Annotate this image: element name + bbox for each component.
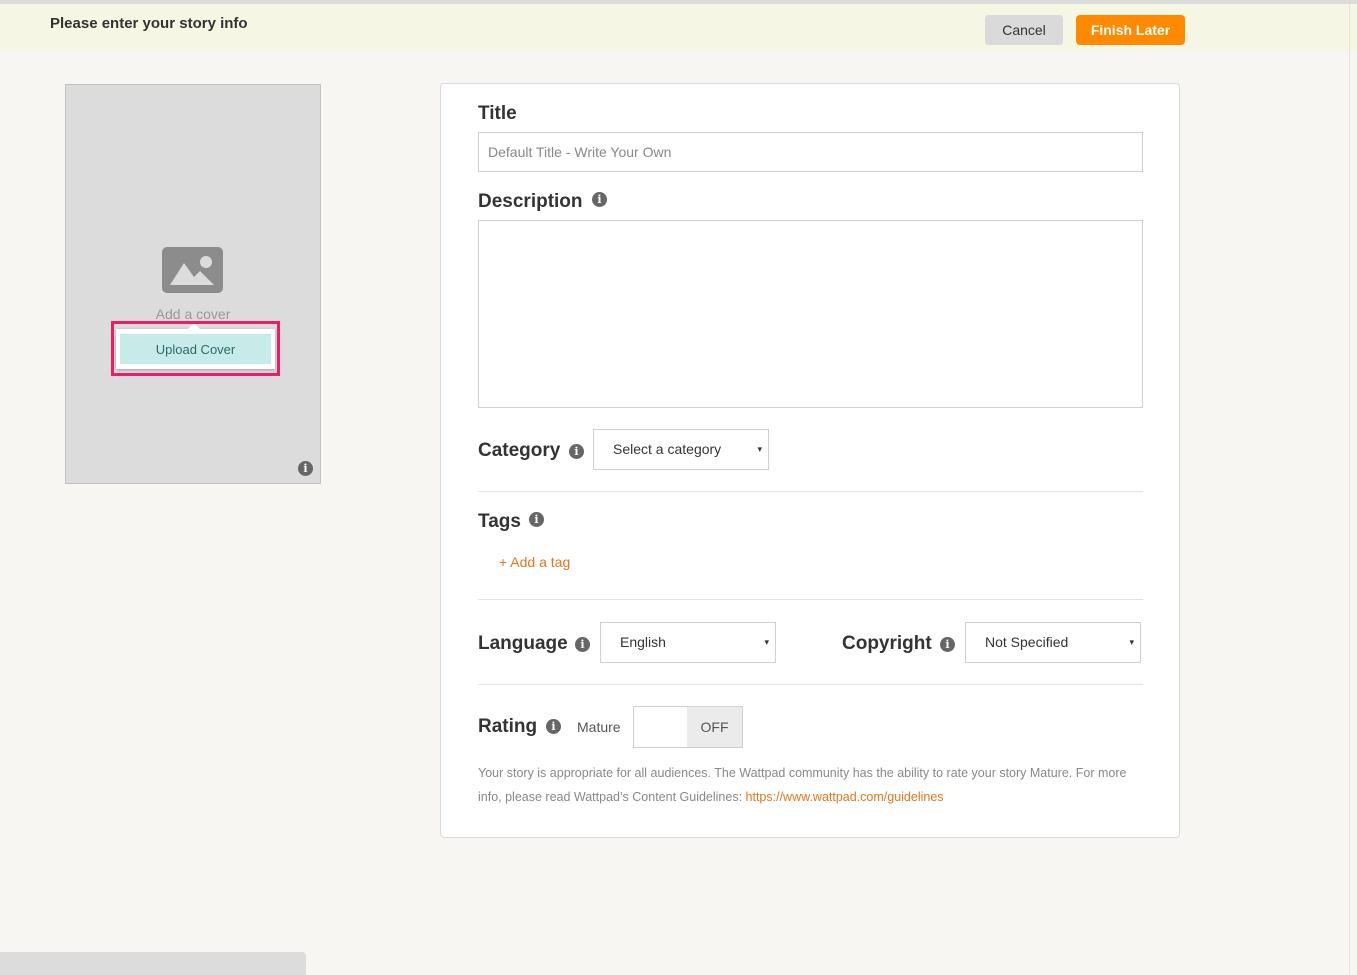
mature-toggle[interactable]: OFF xyxy=(633,706,743,748)
story-info-form: Title Description i Category i Select a … xyxy=(440,83,1180,838)
category-label: Category xyxy=(478,440,561,461)
finish-later-button[interactable]: Finish Later xyxy=(1076,15,1185,45)
copyright-label: Copyright xyxy=(842,633,932,654)
language-select-value: English xyxy=(620,634,666,650)
divider xyxy=(478,491,1143,492)
copyright-select-value: Not Specified xyxy=(985,634,1069,650)
rating-description: Your story is appropriate for all audien… xyxy=(478,761,1143,809)
tags-label: Tags xyxy=(478,511,521,532)
cover-info-icon[interactable]: i xyxy=(298,461,313,476)
guidelines-link[interactable]: https://www.wattpad.com/guidelines xyxy=(746,790,944,804)
category-info-icon[interactable]: i xyxy=(569,444,584,459)
chevron-down-icon: ▾ xyxy=(1129,637,1134,647)
upload-highlight-box xyxy=(111,321,280,376)
toggle-state: OFF xyxy=(687,707,742,747)
tags-info-icon[interactable]: i xyxy=(529,512,544,527)
language-info-icon[interactable]: i xyxy=(575,637,590,652)
page-title: Please enter your story info xyxy=(50,15,248,32)
cover-panel: Add a cover Upload Cover i xyxy=(65,84,321,484)
divider xyxy=(478,599,1143,600)
image-icon xyxy=(162,247,223,293)
category-select[interactable]: Select a category ▾ xyxy=(593,429,769,470)
description-label: Description xyxy=(478,191,583,212)
add-tag-link[interactable]: + Add a tag xyxy=(499,554,570,570)
title-label: Title xyxy=(478,103,517,124)
mature-label: Mature xyxy=(577,719,621,735)
copyright-info-icon[interactable]: i xyxy=(940,637,955,652)
rating-info-icon[interactable]: i xyxy=(546,719,561,734)
divider xyxy=(478,684,1143,685)
chevron-down-icon: ▾ xyxy=(757,444,762,454)
description-info-icon[interactable]: i xyxy=(592,192,607,207)
bottom-panel-tab xyxy=(0,952,306,975)
language-select[interactable]: English ▾ xyxy=(600,622,776,663)
cancel-button[interactable]: Cancel xyxy=(985,15,1063,45)
scrollbar-track[interactable] xyxy=(1349,4,1350,975)
description-textarea[interactable] xyxy=(478,220,1143,408)
copyright-select[interactable]: Not Specified ▾ xyxy=(965,622,1141,663)
chevron-down-icon: ▾ xyxy=(764,637,769,647)
language-label: Language xyxy=(478,633,568,654)
header-bar: Please enter your story info Cancel Fini… xyxy=(0,4,1357,51)
title-input[interactable] xyxy=(478,132,1143,172)
category-select-value: Select a category xyxy=(613,441,722,457)
add-cover-text: Add a cover xyxy=(155,306,231,322)
rating-label: Rating xyxy=(478,716,538,737)
